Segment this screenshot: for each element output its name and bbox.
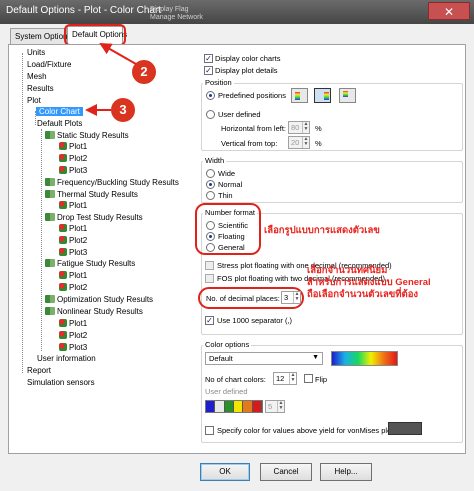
help-button[interactable]: Help... — [320, 463, 372, 481]
annotation-arrows — [85, 43, 137, 116]
cancel-button[interactable]: Cancel — [260, 463, 312, 481]
arrow-to-default-options-tab — [99, 43, 137, 65]
ok-button[interactable]: OK — [200, 463, 250, 481]
